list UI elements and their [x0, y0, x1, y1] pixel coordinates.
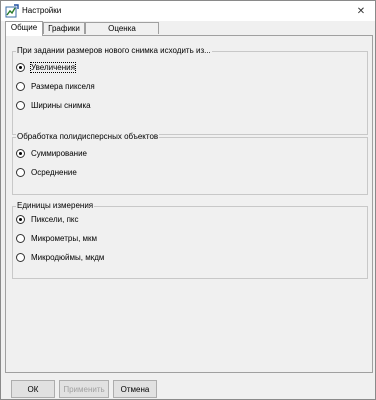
apply-button[interactable]: Применить	[59, 380, 109, 398]
radio-microinches[interactable]: Микродюймы, мкдм	[16, 253, 104, 262]
tab-graphs[interactable]: Графики	[43, 22, 85, 34]
radio-button[interactable]	[16, 253, 25, 262]
radio-label: Микрометры, мкм	[31, 234, 98, 243]
radio-label: Суммирование	[31, 149, 87, 158]
tab-page-general: При задании размеров нового снимка исход…	[5, 35, 373, 373]
cancel-button[interactable]: Отмена	[113, 380, 157, 398]
radio-pixel-size[interactable]: Размера пикселя	[16, 82, 95, 91]
radio-averaging[interactable]: Осреднение	[16, 168, 77, 177]
settings-dialog: Настройки ✕ Общие Графики Оценка ориента…	[0, 0, 376, 400]
radio-button[interactable]	[16, 168, 25, 177]
group-units: Единицы измерения Пиксели, пкс Микрометр…	[12, 201, 368, 279]
group-title: Обработка полидисперсных объектов	[16, 132, 160, 142]
radio-label: Размера пикселя	[31, 82, 95, 91]
ok-button[interactable]: ОК	[11, 380, 55, 398]
radio-label: Пиксели, пкс	[31, 215, 79, 224]
group-polydisperse: Обработка полидисперсных объектов Суммир…	[12, 132, 368, 195]
tab-general[interactable]: Общие	[5, 21, 43, 36]
close-icon[interactable]: ✕	[347, 1, 375, 21]
radio-button[interactable]	[16, 215, 25, 224]
radio-button[interactable]	[16, 82, 25, 91]
radio-button[interactable]	[16, 149, 25, 158]
radio-magnification[interactable]: Увеличения	[16, 62, 76, 73]
radio-label: Ширины снимка	[31, 101, 91, 110]
radio-button[interactable]	[16, 101, 25, 110]
radio-summation[interactable]: Суммирование	[16, 149, 87, 158]
radio-label: Микродюймы, мкдм	[31, 253, 105, 262]
radio-image-width[interactable]: Ширины снимка	[16, 101, 91, 110]
group-title: При задании размеров нового снимка исход…	[16, 46, 212, 56]
radio-button[interactable]	[16, 63, 25, 72]
tab-orientation[interactable]: Оценка ориентации	[85, 22, 159, 45]
radio-label: Увеличения	[30, 62, 76, 73]
radio-label: Осреднение	[31, 168, 77, 177]
group-new-image-size: При задании размеров нового снимка исход…	[12, 46, 368, 135]
settings-app-icon	[5, 4, 19, 18]
title-bar[interactable]: Настройки ✕	[1, 1, 375, 21]
radio-button[interactable]	[16, 234, 25, 243]
group-title: Единицы измерения	[16, 201, 95, 211]
window-title: Настройки	[22, 6, 62, 15]
radio-pixels[interactable]: Пиксели, пкс	[16, 215, 79, 224]
radio-micrometers[interactable]: Микрометры, мкм	[16, 234, 97, 243]
